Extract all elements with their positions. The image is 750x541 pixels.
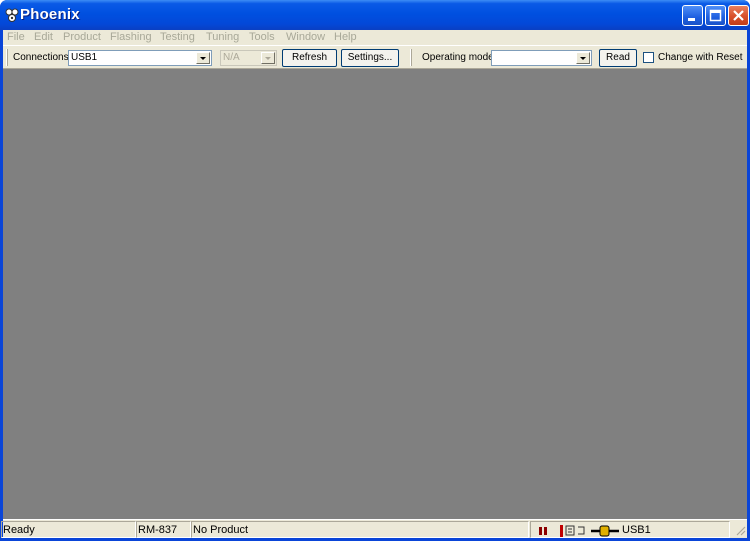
connections-label: Connections: [13, 52, 72, 63]
window-title: Phoenix [20, 6, 80, 23]
menu-flashing[interactable]: Flashing [110, 31, 152, 43]
product-name-pane: No Product [191, 521, 529, 538]
menu-tools[interactable]: Tools [249, 31, 275, 43]
product-name: No Product [193, 524, 249, 536]
title-bar[interactable]: Phoenix [0, 0, 750, 30]
close-icon [733, 10, 744, 21]
menu-edit[interactable]: Edit [34, 31, 53, 43]
pause-icon [538, 527, 548, 535]
chevron-down-icon[interactable] [576, 52, 590, 64]
na-dropdown[interactable]: N/A [220, 50, 277, 66]
operating-mode-dropdown[interactable] [491, 50, 592, 66]
connections-value: USB1 [71, 52, 98, 63]
read-button[interactable]: Read [599, 49, 637, 67]
minimize-icon [688, 18, 695, 21]
maximize-button[interactable] [705, 5, 726, 26]
terminal-icon [565, 525, 585, 536]
settings-button[interactable]: Settings... [341, 49, 399, 67]
toolbar-grip[interactable] [410, 49, 412, 66]
phoenix-app-icon[interactable] [5, 8, 19, 22]
refresh-button[interactable]: Refresh [282, 49, 337, 67]
usb-connection-icon [591, 525, 619, 537]
chevron-down-icon[interactable] [196, 52, 210, 64]
product-code-pane: RM-837 [136, 521, 191, 538]
close-button[interactable] [728, 5, 749, 26]
workspace-area [3, 69, 747, 519]
menu-help[interactable]: Help [334, 31, 357, 43]
menu-product[interactable]: Product [63, 31, 101, 43]
operating-mode-label: Operating mode: [422, 52, 497, 63]
client-area: File Edit Product Flashing Testing Tunin… [1, 30, 747, 538]
resize-grip-icon[interactable] [734, 524, 746, 536]
toolbar: Connections: USB1 N/A Refresh Settings..… [3, 45, 747, 69]
change-with-reset-label[interactable]: Change with Reset [658, 52, 743, 63]
menu-bar: File Edit Product Flashing Testing Tunin… [3, 30, 747, 45]
maximize-icon [709, 9, 722, 22]
minimize-button[interactable] [682, 5, 703, 26]
trace-indicator-icon [560, 525, 563, 537]
chevron-down-icon [261, 52, 275, 64]
change-with-reset-checkbox[interactable] [643, 52, 654, 63]
status-text: Ready [3, 524, 35, 536]
na-value: N/A [223, 52, 240, 63]
menu-window[interactable]: Window [286, 31, 325, 43]
toolbar-grip[interactable] [6, 49, 8, 66]
menu-testing[interactable]: Testing [160, 31, 195, 43]
status-bar: Ready RM-837 No Product USB1 [1, 519, 747, 538]
connections-dropdown[interactable]: USB1 [68, 50, 212, 66]
product-code: RM-837 [138, 524, 178, 536]
status-pane: Ready [1, 521, 136, 538]
menu-tuning[interactable]: Tuning [206, 31, 239, 43]
menu-file[interactable]: File [7, 31, 25, 43]
app-window: Phoenix File Edit Product Flashing Testi… [0, 0, 750, 541]
connection-name: USB1 [622, 524, 651, 536]
connection-pane: USB1 [530, 521, 730, 538]
